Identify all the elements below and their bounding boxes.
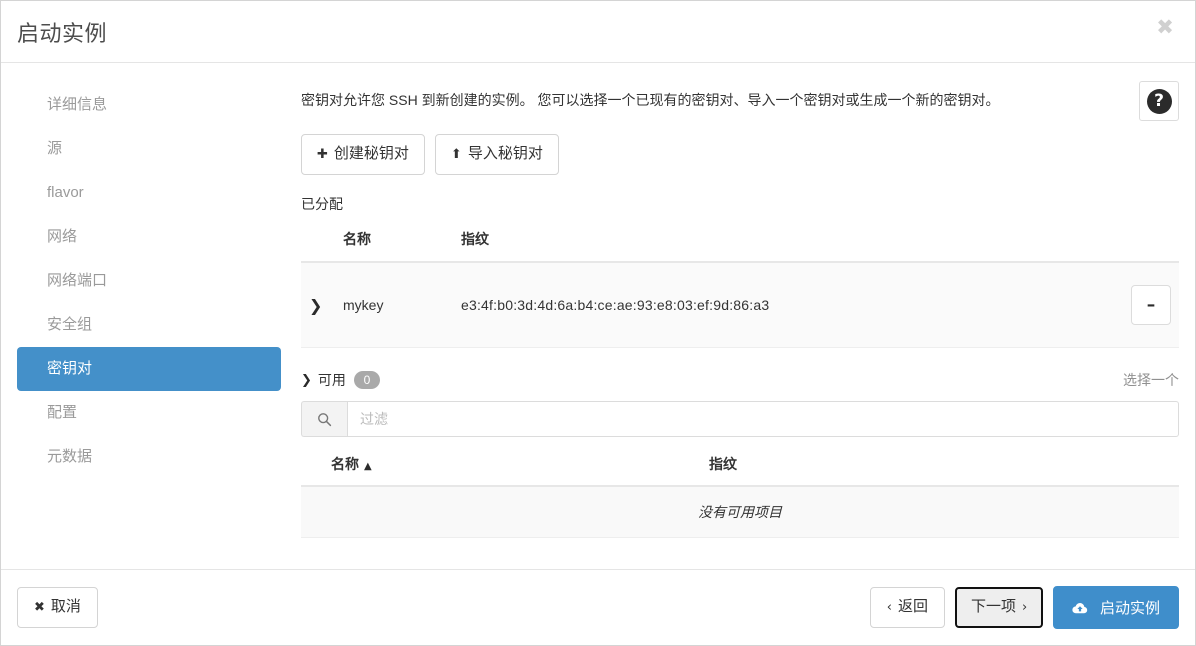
allocated-header-name: 名称 bbox=[335, 223, 453, 263]
cloud-upload-icon bbox=[1072, 599, 1093, 617]
question-mark-glyph: ? bbox=[1146, 88, 1172, 114]
available-table: 名称 ▲ 指纹 没有可用项目 bbox=[301, 450, 1179, 538]
available-header-name-label: 名称 bbox=[331, 456, 359, 472]
back-button[interactable]: ‹ 返回 bbox=[869, 587, 945, 628]
help-icon[interactable]: ? bbox=[1139, 81, 1179, 121]
filter-group bbox=[301, 401, 1179, 437]
cancel-button[interactable]: ✖ 取消 bbox=[17, 587, 98, 628]
key-pair-name-cell: mykey bbox=[335, 262, 453, 348]
sidebar-item-source[interactable]: 源 bbox=[17, 127, 281, 171]
launch-instance-modal: 启动实例 ✖ 详细信息 源 flavor 网络 网络端口 安全组 密钥对 配置 … bbox=[0, 0, 1196, 646]
chevron-down-icon: ❯ bbox=[301, 372, 312, 388]
search-icon bbox=[301, 401, 347, 437]
modal-footer: ✖ 取消 ‹ 返回 下一项 › 启动实例 bbox=[1, 569, 1195, 645]
sort-ascending-icon: ▲ bbox=[364, 461, 372, 472]
launch-instance-label: 启动实例 bbox=[1099, 600, 1160, 617]
available-header-row: 名称 ▲ 指纹 bbox=[301, 450, 1179, 487]
page-title: 启动实例 bbox=[17, 21, 108, 46]
sidebar-item-network[interactable]: 网络 bbox=[17, 215, 281, 259]
allocated-table-wrap: 名称 指纹 ❯ mykey e3:4f:b0:3d:4d:6a:b4:ce:ae… bbox=[301, 223, 1179, 348]
import-key-pair-button[interactable]: ⬆ 导入秘钥对 bbox=[434, 134, 559, 175]
sidebar-item-metadata[interactable]: 元数据 bbox=[17, 435, 281, 479]
back-label: 返回 bbox=[897, 598, 928, 615]
plus-icon: ✚ bbox=[317, 147, 328, 162]
upload-icon: ⬆ bbox=[450, 147, 462, 162]
sidebar-item-network-ports[interactable]: 网络端口 bbox=[17, 259, 281, 303]
empty-message: 没有可用项目 bbox=[301, 486, 1179, 538]
chevron-right-icon[interactable]: ❯ bbox=[309, 296, 322, 315]
create-key-pair-label: 创建秘钥对 bbox=[333, 145, 409, 162]
available-label: 可用 bbox=[317, 372, 346, 388]
footer-actions: ‹ 返回 下一项 › 启动实例 bbox=[869, 586, 1179, 629]
available-header-fingerprint[interactable]: 指纹 bbox=[701, 450, 1179, 487]
sidebar-item-security-groups[interactable]: 安全组 bbox=[17, 303, 281, 347]
available-empty-row: 没有可用项目 bbox=[301, 486, 1179, 538]
sidebar-item-configuration[interactable]: 配置 bbox=[17, 391, 281, 435]
panel-description: 密钥对允许您 SSH 到新创建的实例。 您可以选择一个已现有的密钥对、导入一个密… bbox=[301, 92, 1000, 108]
sidebar-item-details[interactable]: 详细信息 bbox=[17, 83, 281, 127]
key-pair-panel: 密钥对允许您 SSH 到新创建的实例。 您可以选择一个已现有的密钥对、导入一个密… bbox=[297, 63, 1195, 569]
modal-header: 启动实例 ✖ bbox=[1, 1, 1195, 63]
key-pair-actions-cell: – bbox=[1089, 262, 1179, 348]
cancel-label: 取消 bbox=[50, 598, 81, 615]
modal-body: 详细信息 源 flavor 网络 网络端口 安全组 密钥对 配置 元数据 密钥对… bbox=[1, 63, 1195, 569]
allocated-header-row: 名称 指纹 bbox=[301, 223, 1179, 263]
x-icon: ✖ bbox=[34, 600, 45, 615]
create-key-pair-button[interactable]: ✚ 创建秘钥对 bbox=[301, 134, 425, 175]
allocated-header-actions bbox=[1089, 223, 1179, 263]
launch-instance-button[interactable]: 启动实例 bbox=[1053, 586, 1179, 629]
available-header: ❯ 可用 0 选择一个 bbox=[301, 370, 1179, 390]
next-button[interactable]: 下一项 › bbox=[954, 587, 1044, 628]
description-row: 密钥对允许您 SSH 到新创建的实例。 您可以选择一个已现有的密钥对、导入一个密… bbox=[297, 63, 1195, 121]
next-label: 下一项 bbox=[970, 598, 1016, 615]
sidebar-item-flavor[interactable]: flavor bbox=[17, 171, 281, 215]
close-icon[interactable]: ✖ bbox=[1152, 14, 1178, 40]
allocated-header-fingerprint: 指纹 bbox=[453, 223, 1089, 263]
table-row[interactable]: ❯ mykey e3:4f:b0:3d:4d:6a:b4:ce:ae:93:e8… bbox=[301, 262, 1179, 348]
allocated-section-label: 已分配 bbox=[301, 196, 343, 212]
wizard-sidebar: 详细信息 源 flavor 网络 网络端口 安全组 密钥对 配置 元数据 bbox=[1, 63, 297, 569]
key-pair-fingerprint-cell: e3:4f:b0:3d:4d:6a:b4:ce:ae:93:e8:03:ef:9… bbox=[453, 262, 1089, 348]
available-toggle[interactable]: ❯ 可用 0 bbox=[301, 370, 380, 390]
sidebar-item-key-pair[interactable]: 密钥对 bbox=[17, 347, 281, 391]
available-hint: 选择一个 bbox=[1123, 372, 1179, 388]
minus-icon: – bbox=[1146, 294, 1156, 315]
available-header-name[interactable]: 名称 ▲ bbox=[301, 450, 701, 487]
chevron-right-icon: › bbox=[1022, 600, 1028, 615]
remove-key-pair-button[interactable]: – bbox=[1131, 285, 1171, 325]
import-key-pair-label: 导入秘钥对 bbox=[467, 145, 543, 162]
filter-input[interactable] bbox=[347, 401, 1179, 437]
chevron-left-icon: ‹ bbox=[886, 600, 892, 615]
expand-cell[interactable]: ❯ bbox=[301, 262, 335, 348]
key-pair-actions: ✚ 创建秘钥对 ⬆ 导入秘钥对 bbox=[297, 121, 1195, 175]
allocated-table: 名称 指纹 ❯ mykey e3:4f:b0:3d:4d:6a:b4:ce:ae… bbox=[301, 223, 1179, 348]
allocated-header-spacer bbox=[301, 223, 335, 263]
available-count-badge: 0 bbox=[353, 371, 380, 389]
